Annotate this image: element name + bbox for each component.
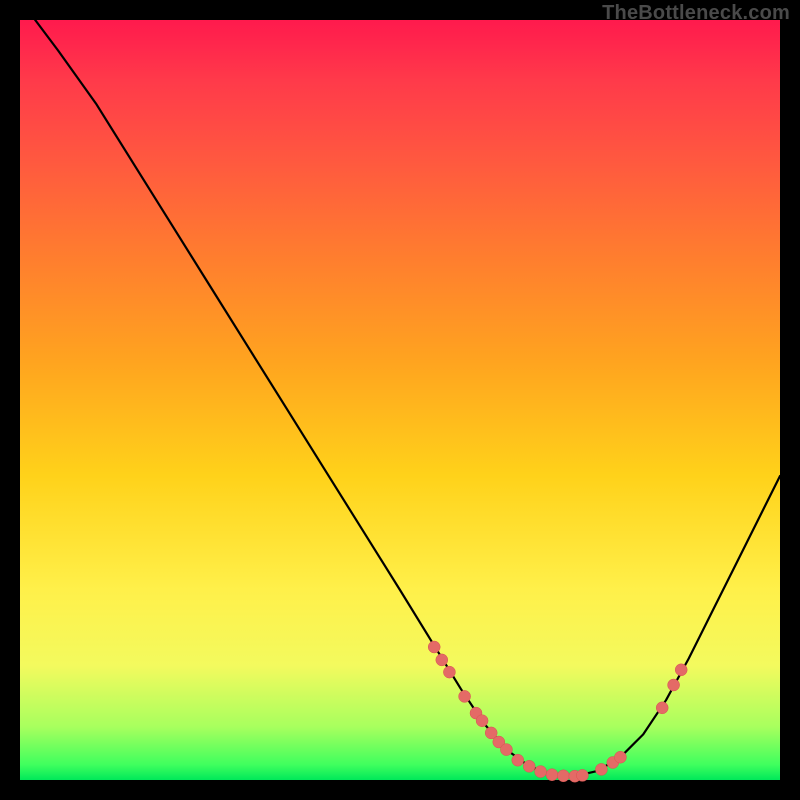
bottleneck-curve xyxy=(35,20,780,776)
data-point xyxy=(523,760,535,772)
data-point xyxy=(428,641,440,653)
data-point xyxy=(436,654,448,666)
data-point xyxy=(668,679,680,691)
data-point xyxy=(576,769,588,781)
data-point xyxy=(656,702,668,714)
data-point xyxy=(546,769,558,781)
chart-frame: TheBottleneck.com xyxy=(0,0,800,800)
data-point xyxy=(595,763,607,775)
highlight-points xyxy=(428,641,687,782)
data-point xyxy=(500,744,512,756)
data-point xyxy=(459,690,471,702)
data-point xyxy=(476,715,488,727)
data-point xyxy=(512,754,524,766)
watermark: TheBottleneck.com xyxy=(602,2,790,25)
plot-area xyxy=(20,20,780,780)
curve-svg xyxy=(20,20,780,780)
data-point xyxy=(443,666,455,678)
data-point xyxy=(557,770,569,782)
data-point xyxy=(535,766,547,778)
data-point xyxy=(614,751,626,763)
data-point xyxy=(675,664,687,676)
